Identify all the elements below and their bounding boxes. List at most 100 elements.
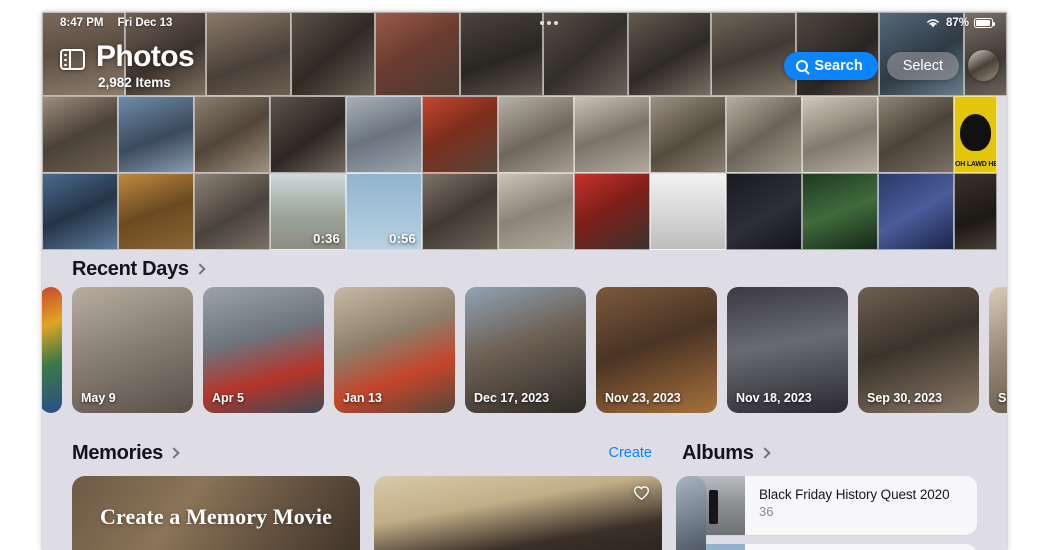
photo-thumbnail[interactable]: [650, 173, 726, 250]
recent-day-date-label: Nov 18, 2023: [736, 391, 812, 405]
albums-list: Black Friday History Quest 2020 36: [674, 476, 1007, 550]
wifi-icon: [927, 19, 939, 28]
status-time: 8:47 PM: [60, 17, 104, 29]
search-button[interactable]: Search: [784, 51, 878, 80]
recent-days-strip[interactable]: May 9 Apr 5 Jan 13 Dec 17, 2023 Nov 23, 2023…: [42, 287, 1007, 413]
photo-thumbnail[interactable]: [270, 96, 346, 173]
recent-day-date-label: Nov 23, 2023: [605, 391, 681, 405]
photo-thumbnail[interactable]: [42, 96, 118, 173]
photo-grid-row: OH LAWD HE TREADIN: [42, 96, 1007, 173]
memory-card[interactable]: [374, 476, 662, 550]
photo-thumbnail[interactable]: [878, 96, 954, 173]
photo-thumbnail[interactable]: [194, 173, 270, 250]
create-memory-link[interactable]: Create: [608, 445, 652, 461]
photo-thumbnail[interactable]: 0:56: [346, 173, 422, 250]
search-icon: [796, 59, 809, 72]
photo-thumbnail[interactable]: [726, 173, 802, 250]
status-right-cluster: 87%: [925, 17, 996, 29]
album-meta: [745, 544, 759, 550]
meme-silhouette: [959, 113, 992, 151]
item-count: 2,982 Items: [98, 75, 171, 90]
photo-thumbnail[interactable]: [498, 96, 574, 173]
memories-cards: Create a Memory Movie: [42, 476, 706, 550]
memories-column: Memories Create Create a Memory Movie: [42, 435, 706, 550]
recent-day-date-label: Sep 30, 2023: [867, 391, 943, 405]
recent-days-title: Recent Days: [72, 257, 189, 280]
status-date: Fri Dec 13: [117, 17, 173, 29]
battery-percent: 87%: [945, 17, 970, 29]
create-memory-movie-card[interactable]: Create a Memory Movie: [72, 476, 360, 550]
video-duration-badge: 0:56: [389, 231, 416, 246]
album-meta: Black Friday History Quest 2020 36: [745, 476, 950, 535]
sidebar-toggle-icon[interactable]: [60, 49, 85, 70]
content-area: Recent Days May 9 Apr 5 Jan 13 Dec 17, 2023…: [42, 250, 1007, 550]
photo-thumbnail[interactable]: [118, 96, 194, 173]
lower-sections: Memories Create Create a Memory Movie Al…: [42, 435, 1007, 550]
photo-thumbnail[interactable]: [346, 96, 422, 173]
album-name: Black Friday History Quest 2020: [759, 487, 950, 502]
recent-day-card[interactable]: [42, 287, 62, 413]
create-memory-movie-label: Create a Memory Movie: [100, 504, 332, 529]
photo-grid-row: 0:36 0:56: [42, 173, 1007, 250]
photo-caption-text: OH LAWD HE TREADIN: [955, 161, 997, 168]
multitasking-handle-icon[interactable]: [539, 21, 558, 25]
album-photo-count: 36: [759, 504, 774, 519]
photo-thumbnail[interactable]: [574, 173, 650, 250]
select-button[interactable]: Select: [886, 51, 959, 80]
albums-column: Albums Black Friday History Quest 2020 36: [674, 435, 1007, 550]
recent-day-card[interactable]: Jan 13: [334, 287, 455, 413]
photo-thumbnail[interactable]: [498, 173, 574, 250]
recent-day-date-label: Apr 5: [212, 391, 244, 405]
album-row[interactable]: Black Friday History Quest 2020 36: [682, 476, 977, 535]
status-bar: 8:47 PM Fri Dec 13 87%: [42, 12, 1007, 34]
avatar[interactable]: [968, 50, 999, 81]
recent-day-date-label: Jan 13: [343, 391, 382, 405]
recent-day-card[interactable]: S: [989, 287, 1007, 413]
albums-header[interactable]: Albums: [674, 435, 1007, 471]
recent-day-date-label: Dec 17, 2023: [474, 391, 550, 405]
search-button-label: Search: [814, 57, 863, 74]
photo-thumbnail[interactable]: [726, 96, 802, 173]
chevron-right-icon: [758, 447, 771, 459]
recent-day-date-label: S: [998, 391, 1007, 405]
chevron-right-icon: [194, 263, 206, 275]
recent-day-date-label: May 9: [81, 391, 116, 405]
recent-day-card[interactable]: Apr 5: [203, 287, 324, 413]
albums-title: Albums: [682, 441, 754, 464]
recent-day-card[interactable]: May 9: [72, 287, 193, 413]
header-titles: Photos 2,982 Items: [96, 40, 195, 92]
photo-thumbnail[interactable]: [42, 173, 118, 250]
chevron-right-icon: [168, 447, 180, 459]
photo-thumbnail[interactable]: [954, 173, 997, 250]
page-title: Photos: [96, 40, 195, 73]
photo-thumbnail[interactable]: [422, 96, 498, 173]
recent-day-card[interactable]: Dec 17, 2023: [465, 287, 586, 413]
select-button-label: Select: [902, 57, 943, 74]
photo-thumbnail[interactable]: [802, 173, 878, 250]
app-header: Photos 2,982 Items Search Select: [42, 34, 1007, 104]
photo-thumbnail[interactable]: [878, 173, 954, 250]
album-row[interactable]: [682, 544, 977, 550]
memories-header[interactable]: Memories Create: [42, 435, 674, 471]
photo-thumbnail[interactable]: [422, 173, 498, 250]
recent-day-card[interactable]: Nov 23, 2023: [596, 287, 717, 413]
header-actions: Search Select: [784, 34, 1007, 81]
memory-card-partial[interactable]: [676, 476, 706, 550]
recent-day-card[interactable]: Sep 30, 2023: [858, 287, 979, 413]
photo-thumbnail[interactable]: [650, 96, 726, 173]
photo-thumbnail[interactable]: [574, 96, 650, 173]
photo-thumbnail[interactable]: OH LAWD HE TREADIN: [954, 96, 997, 173]
photo-thumbnail[interactable]: 0:36: [270, 173, 346, 250]
memories-title: Memories: [72, 441, 163, 464]
photo-thumbnail[interactable]: [118, 173, 194, 250]
ipad-screenshot: OH LAWD HE TREADIN 0:36 0:56 8:47 PM Fri D…: [42, 12, 1007, 550]
album-thumbnail-subject: [709, 490, 718, 524]
photo-thumbnail[interactable]: [194, 96, 270, 173]
battery-icon: [974, 18, 996, 28]
recent-day-card[interactable]: Nov 18, 2023: [727, 287, 848, 413]
heart-icon[interactable]: [634, 486, 649, 500]
header-left: Photos 2,982 Items: [42, 34, 195, 92]
recent-days-header[interactable]: Recent Days: [42, 250, 1007, 288]
photo-thumbnail[interactable]: [802, 96, 878, 173]
video-duration-badge: 0:36: [313, 231, 340, 246]
